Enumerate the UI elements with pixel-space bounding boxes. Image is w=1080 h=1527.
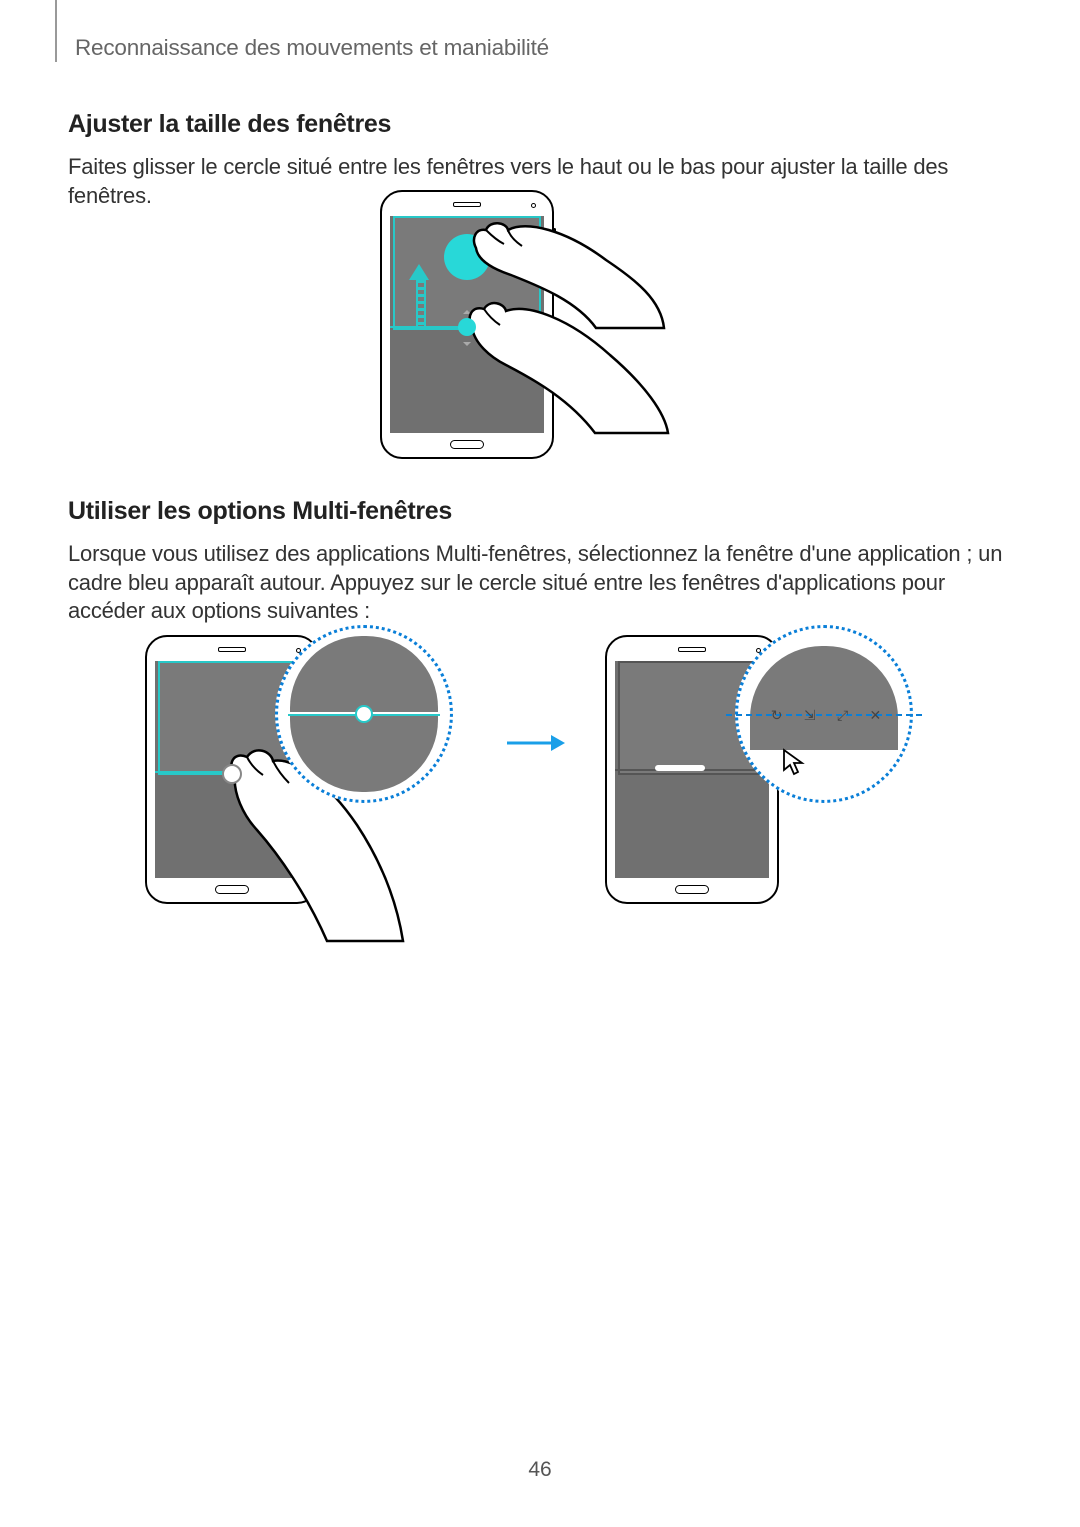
- section-title: Utiliser les options Multi-fenêtres: [68, 497, 1012, 526]
- chevron-down-icon: [463, 342, 471, 346]
- figure-resize-windows: [380, 190, 700, 480]
- divider-handle-circle: [222, 764, 242, 784]
- close-window-icon: ✕: [870, 707, 882, 724]
- pointer-cursor-icon: [780, 748, 806, 778]
- drag-content-icon: ⇲: [804, 707, 816, 724]
- figure-step-1: [145, 635, 465, 975]
- phone-speaker: [218, 647, 246, 652]
- phone-home-button: [215, 885, 249, 894]
- zoom-callout-circle: ↻ ⇲ ⤢ ✕: [735, 625, 913, 803]
- section-multi-window-options: Utiliser les options Multi-fenêtres Lors…: [68, 497, 1012, 626]
- figure-multi-window-options: ↻ ⇲ ⤢ ✕: [145, 635, 935, 995]
- header-tab-line: [55, 0, 57, 62]
- drag-target-circle: [444, 234, 490, 280]
- zoom-callout-circle: [275, 625, 453, 803]
- section-title: Ajuster la taille des fenêtres: [68, 110, 1012, 139]
- phone-screen: [390, 216, 544, 433]
- phone-home-button: [450, 440, 484, 449]
- section-body: Lorsque vous utilisez des applications M…: [68, 540, 1012, 626]
- phone-side-button: [553, 228, 556, 252]
- divider-handle-circle: [458, 318, 476, 336]
- header-breadcrumb: Reconnaissance des mouvements et maniabi…: [75, 35, 549, 61]
- figure-step-2: ↻ ⇲ ⤢ ✕: [605, 635, 925, 975]
- phone-speaker: [678, 647, 706, 652]
- options-bar-handle: [655, 765, 705, 771]
- zoom-divider-handle: [355, 705, 373, 723]
- phone-speaker: [453, 202, 481, 207]
- page-number: 46: [528, 1458, 551, 1482]
- chevron-up-icon: [463, 310, 471, 314]
- swap-windows-icon: ↻: [771, 707, 783, 724]
- maximize-window-icon: ⤢: [837, 707, 848, 724]
- phone-illustration: [380, 190, 554, 459]
- transition-arrow-icon: [505, 731, 565, 760]
- drag-up-arrow-icon: [412, 264, 429, 330]
- phone-camera-dot: [531, 203, 536, 208]
- phone-home-button: [675, 885, 709, 894]
